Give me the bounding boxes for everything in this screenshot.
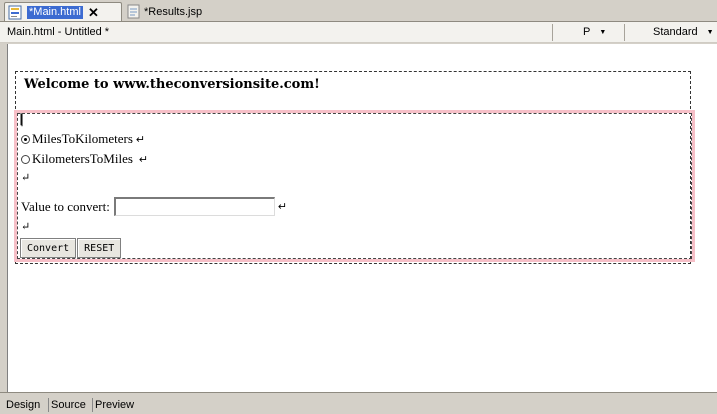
- paragraph-style-value: P: [583, 26, 591, 38]
- design-canvas[interactable]: Welcome to www.theconversionsite.com! | …: [7, 44, 717, 392]
- value-label: Value to convert:: [21, 198, 110, 214]
- editor-tab-strip: *Main.html ✕ *Results.jsp: [0, 0, 717, 21]
- chevron-down-icon: ▼: [599, 29, 607, 36]
- tab-source[interactable]: Source: [51, 399, 86, 411]
- value-input[interactable]: [113, 197, 275, 216]
- tab-design[interactable]: Design: [6, 399, 40, 411]
- return-mark: ↵: [21, 220, 31, 233]
- mode-value: Standard: [653, 26, 698, 38]
- document-info-bar: Main.html - Untitled * P ▼ Standard ▼: [0, 21, 717, 43]
- document-title: Main.html - Untitled *: [7, 26, 110, 38]
- divider: [92, 398, 93, 412]
- radio-miles-to-km[interactable]: MilesToKilometers ↵: [21, 131, 145, 147]
- divider: [624, 24, 625, 41]
- radio-km-to-miles[interactable]: KilometersToMiles ↵: [21, 151, 148, 167]
- form-outline[interactable]: | MilesToKilometers ↵ KilometersToMiles …: [14, 110, 695, 262]
- return-mark: ↵: [21, 171, 31, 184]
- button-row: Convert RESET: [20, 238, 122, 258]
- return-mark: ↵: [135, 133, 146, 146]
- radio-label: MilesToKilometers: [32, 131, 133, 146]
- divider: [552, 24, 553, 41]
- radio-button-checked[interactable]: [21, 134, 30, 144]
- tab-main-html[interactable]: *Main.html ✕: [4, 2, 122, 21]
- text-caret: |: [20, 112, 25, 126]
- view-tab-bar: Design Source Preview: [0, 392, 717, 414]
- divider: [48, 398, 49, 412]
- tab-label: *Main.html: [27, 5, 83, 19]
- radio-button[interactable]: [21, 154, 30, 164]
- value-row: Value to convert: ↵: [21, 197, 287, 216]
- form-body[interactable]: | MilesToKilometers ↵ KilometersToMiles …: [17, 112, 692, 259]
- html-file-icon: [8, 5, 24, 20]
- tab-preview[interactable]: Preview: [95, 399, 134, 411]
- welcome-heading[interactable]: Welcome to www.theconversionsite.com!: [24, 77, 320, 92]
- chevron-down-icon: ▼: [706, 29, 714, 36]
- tab-label: *Results.jsp: [144, 5, 203, 18]
- convert-button[interactable]: Convert: [20, 238, 77, 258]
- reset-button[interactable]: RESET: [77, 238, 122, 258]
- paragraph-style-dropdown[interactable]: P ▼: [583, 26, 606, 38]
- close-icon[interactable]: ✕: [88, 6, 99, 19]
- return-mark: ↵: [277, 201, 288, 213]
- jsp-file-icon: [127, 4, 141, 19]
- tab-results-jsp[interactable]: *Results.jsp: [123, 2, 213, 21]
- return-mark: ↵: [138, 153, 149, 166]
- mode-dropdown[interactable]: Standard ▼: [653, 26, 714, 38]
- radio-label: KilometersToMiles: [32, 151, 133, 166]
